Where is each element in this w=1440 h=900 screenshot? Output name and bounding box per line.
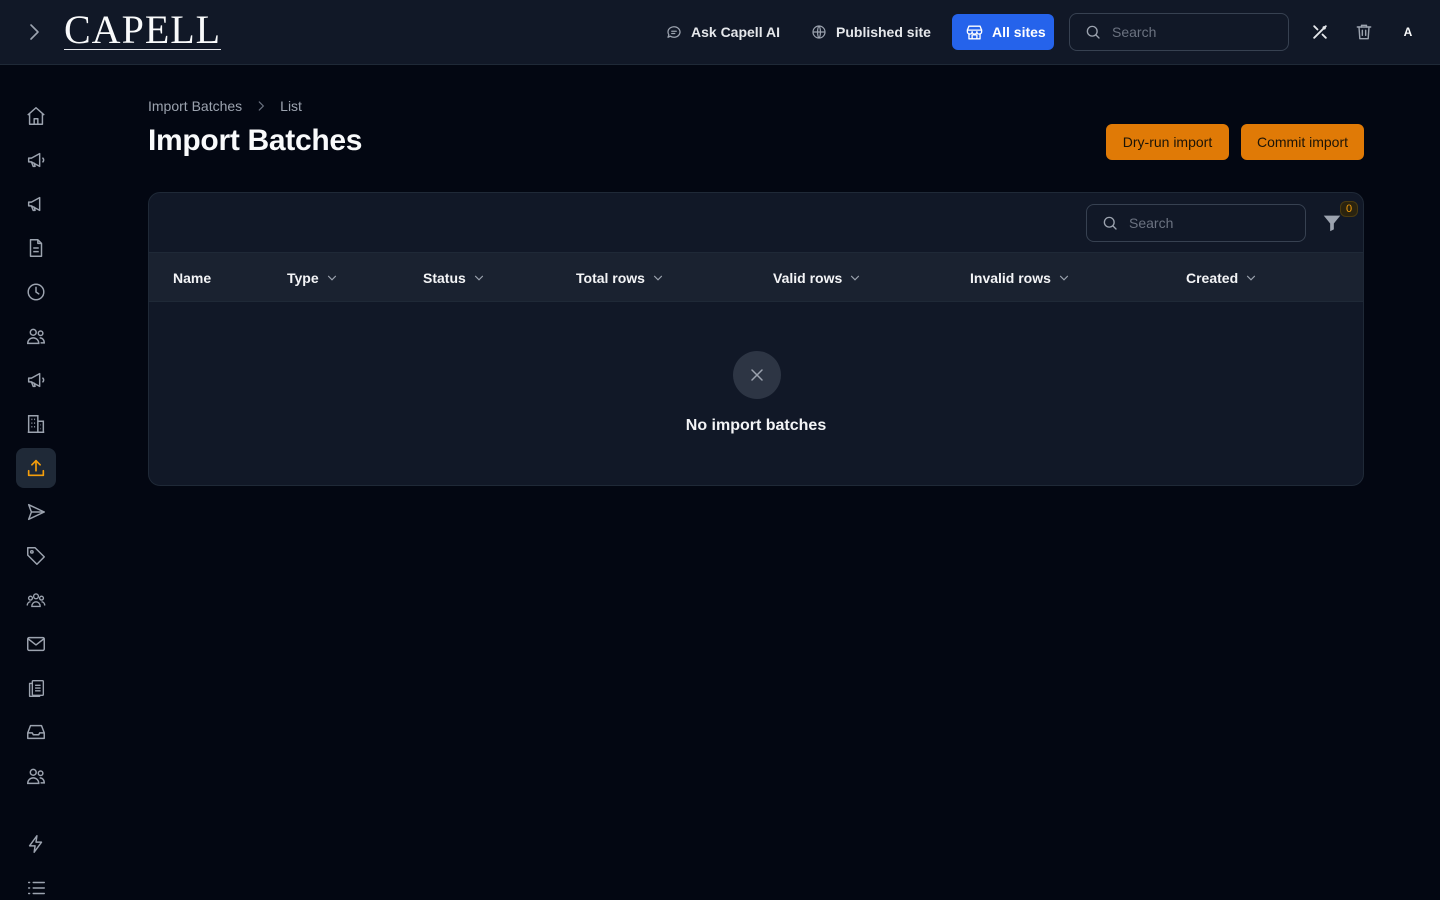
sidebar-item-automations[interactable]	[16, 824, 56, 864]
search-icon	[1084, 23, 1102, 41]
empty-state-close-icon	[733, 351, 781, 399]
chevron-down-icon	[1244, 271, 1258, 285]
brand-text: CAPELL	[64, 7, 222, 52]
globe-icon	[810, 23, 828, 41]
table-search-input[interactable]	[1129, 215, 1279, 231]
column-header-valid-rows[interactable]: Valid rows	[773, 253, 862, 302]
ask-ai-label: Ask Capell AI	[691, 24, 780, 40]
ask-ai-link[interactable]: Ask Capell AI	[665, 14, 780, 50]
column-header-label: Total rows	[576, 269, 645, 286]
inbox-icon	[25, 721, 47, 743]
tools-icon[interactable]	[1310, 22, 1330, 42]
column-header-label: Created	[1186, 269, 1239, 286]
sidebar-item-mail[interactable]	[16, 624, 56, 664]
published-site-label: Published site	[836, 24, 931, 40]
chat-bubble-icon	[665, 23, 683, 41]
chevron-right-icon[interactable]	[22, 20, 46, 44]
envelope-icon	[25, 633, 47, 655]
users-icon	[25, 325, 47, 347]
sidebar-item-broadcasts[interactable]	[16, 360, 56, 400]
sidebar-item-documents[interactable]	[16, 228, 56, 268]
column-header-created[interactable]: Created	[1186, 253, 1258, 302]
sidebar-item-groups[interactable]	[16, 580, 56, 620]
megaphone-icon	[25, 193, 47, 215]
chevron-down-icon	[651, 271, 665, 285]
brand-underline	[64, 49, 222, 50]
user-group-icon	[25, 589, 47, 611]
send-icon	[25, 501, 47, 523]
published-site-link[interactable]: Published site	[810, 14, 931, 50]
column-header-invalid-rows[interactable]: Invalid rows	[970, 253, 1071, 302]
upload-icon	[25, 457, 47, 479]
sidebar-item-forms[interactable]	[16, 668, 56, 708]
dry-run-import-button[interactable]: Dry-run import	[1106, 124, 1229, 160]
sidebar-item-list[interactable]	[16, 868, 56, 900]
table-header: Name Type Status Total rows Valid rows I…	[149, 253, 1363, 302]
storefront-icon	[965, 23, 984, 42]
sidebar-item-inbox[interactable]	[16, 712, 56, 752]
document-icon	[25, 237, 47, 259]
column-header-total-rows[interactable]: Total rows	[576, 253, 665, 302]
all-sites-button[interactable]: All sites	[952, 14, 1054, 50]
column-header-type[interactable]: Type	[287, 253, 339, 302]
home-icon	[25, 105, 47, 127]
users-icon	[25, 765, 47, 787]
column-header-label: Status	[423, 269, 466, 286]
column-header-label: Type	[287, 269, 319, 286]
column-header-label: Invalid rows	[970, 269, 1051, 286]
avatar[interactable]: A	[1398, 22, 1418, 42]
breadcrumb-current: List	[280, 98, 302, 114]
column-header-label: Name	[173, 269, 212, 286]
global-search[interactable]	[1069, 13, 1289, 51]
breadcrumb: Import Batches List	[148, 97, 302, 115]
global-search-input[interactable]	[1112, 24, 1262, 40]
sidebar-item-members[interactable]	[16, 316, 56, 356]
bolt-icon	[25, 833, 47, 855]
chevron-down-icon	[472, 271, 486, 285]
column-header-label: Valid rows	[773, 269, 843, 286]
page-title: Import Batches	[148, 124, 363, 157]
column-header-name[interactable]: Name	[173, 253, 211, 302]
sidebar-item-campaigns[interactable]	[16, 184, 56, 224]
chevron-down-icon	[848, 271, 862, 285]
megaphone-icon	[25, 369, 47, 391]
filter-icon[interactable]	[1321, 212, 1343, 234]
chevron-right-icon	[254, 99, 268, 113]
trash-icon[interactable]	[1354, 22, 1374, 42]
filter-count-badge: 0	[1340, 201, 1358, 217]
tag-icon	[25, 545, 47, 567]
breadcrumb-parent[interactable]: Import Batches	[148, 98, 242, 114]
clock-icon	[25, 281, 47, 303]
column-header-status[interactable]: Status	[423, 253, 486, 302]
empty-state-message: No import batches	[685, 417, 827, 434]
search-icon	[1101, 214, 1119, 232]
sidebar-item-organizations[interactable]	[16, 404, 56, 444]
sidebar-item-users[interactable]	[16, 756, 56, 796]
building-icon	[25, 413, 47, 435]
sidebar-item-history[interactable]	[16, 272, 56, 312]
sidebar-item-tags[interactable]	[16, 536, 56, 576]
megaphone-icon	[25, 149, 47, 171]
sidebar-item-announcements[interactable]	[16, 140, 56, 180]
clipboard-copy-icon	[25, 677, 47, 699]
commit-import-button[interactable]: Commit import	[1241, 124, 1364, 160]
sidebar-item-send[interactable]	[16, 492, 56, 532]
list-icon	[25, 877, 47, 899]
brand-logo[interactable]: CAPELL	[64, 7, 222, 52]
sidebar	[0, 65, 72, 900]
table-search[interactable]	[1086, 204, 1306, 242]
chevron-down-icon	[325, 271, 339, 285]
sidebar-item-home[interactable]	[16, 96, 56, 136]
sidebar-item-import-batches[interactable]	[16, 448, 56, 488]
table-toolbar: 0	[149, 193, 1363, 253]
top-bar: CAPELL Ask Capell AI Published site All …	[0, 0, 1440, 65]
all-sites-label: All sites	[992, 24, 1046, 40]
chevron-down-icon	[1057, 271, 1071, 285]
import-batches-table: 0 Name Type Status Total rows Valid rows…	[148, 192, 1364, 486]
